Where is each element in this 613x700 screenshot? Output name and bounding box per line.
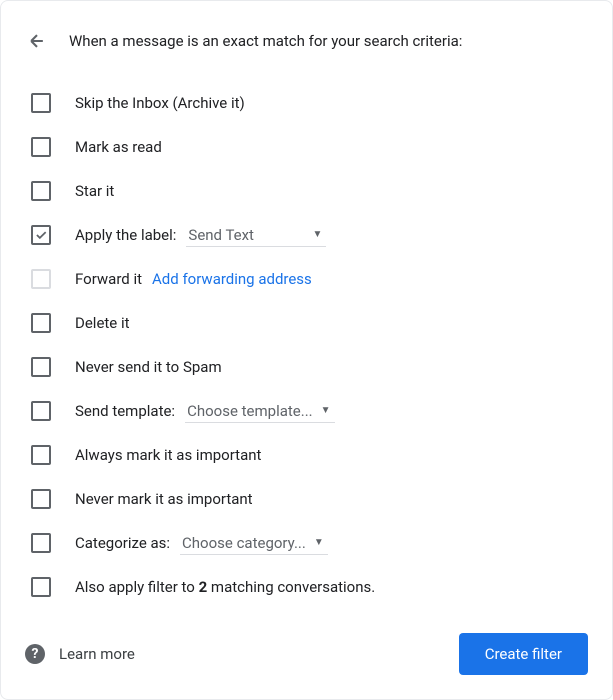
checkbox-also-apply[interactable] [31, 577, 51, 597]
chevron-down-icon: ▼ [313, 229, 323, 240]
option-forward-it: Forward it Add forwarding address [25, 257, 588, 301]
help-icon[interactable]: ? [25, 644, 45, 664]
categorize-select[interactable]: Choose category... ▼ [180, 532, 328, 555]
option-also-apply: Also apply filter to 2 matching conversa… [25, 565, 588, 609]
checkbox-send-template[interactable] [31, 401, 51, 421]
option-always-important: Always mark it as important [25, 433, 588, 477]
footer-left: ? Learn more [25, 644, 135, 664]
checkbox-apply-label[interactable] [31, 225, 51, 245]
categorize-select-value: Choose category... [182, 534, 306, 552]
checkbox-mark-read[interactable] [31, 137, 51, 157]
chevron-down-icon: ▼ [321, 405, 331, 416]
checkbox-never-spam[interactable] [31, 357, 51, 377]
option-apply-label: Apply the label: Send Text ▼ [25, 213, 588, 257]
label-skip-inbox: Skip the Inbox (Archive it) [75, 94, 245, 112]
send-template-select-value: Choose template... [187, 402, 313, 420]
option-never-spam: Never send it to Spam [25, 345, 588, 389]
label-never-spam: Never send it to Spam [75, 358, 222, 376]
send-template-select[interactable]: Choose template... ▼ [185, 400, 334, 423]
apply-label-content: Apply the label: Send Text ▼ [75, 224, 326, 247]
option-delete-it: Delete it [25, 301, 588, 345]
checkbox-always-important[interactable] [31, 445, 51, 465]
label-always-important: Always mark it as important [75, 446, 261, 464]
chevron-down-icon: ▼ [314, 537, 324, 548]
label-star-it: Star it [75, 182, 114, 200]
label-never-important: Never mark it as important [75, 490, 253, 508]
label-send-template: Send template: [75, 402, 175, 420]
label-delete-it: Delete it [75, 314, 130, 332]
label-also-apply: Also apply filter to 2 matching conversa… [75, 578, 375, 596]
option-categorize: Categorize as: Choose category... ▼ [25, 521, 588, 565]
option-send-template: Send template: Choose template... ▼ [25, 389, 588, 433]
dialog-title: When a message is an exact match for you… [69, 32, 462, 50]
create-filter-button[interactable]: Create filter [459, 633, 588, 675]
checkbox-delete-it[interactable] [31, 313, 51, 333]
option-mark-read: Mark as read [25, 125, 588, 169]
option-skip-inbox: Skip the Inbox (Archive it) [25, 81, 588, 125]
apply-label-select-value: Send Text [188, 226, 304, 244]
add-forwarding-link[interactable]: Add forwarding address [152, 270, 312, 288]
forward-it-content: Forward it Add forwarding address [75, 270, 312, 288]
label-mark-read: Mark as read [75, 138, 162, 156]
option-star-it: Star it [25, 169, 588, 213]
dialog-header: When a message is an exact match for you… [25, 29, 588, 53]
label-categorize: Categorize as: [75, 534, 170, 552]
option-never-important: Never mark it as important [25, 477, 588, 521]
checkbox-categorize[interactable] [31, 533, 51, 553]
send-template-content: Send template: Choose template... ▼ [75, 400, 335, 423]
checkbox-never-important[interactable] [31, 489, 51, 509]
back-arrow-icon[interactable] [25, 29, 49, 53]
dialog-footer: ? Learn more Create filter [25, 633, 588, 675]
checkbox-skip-inbox[interactable] [31, 93, 51, 113]
apply-label-select[interactable]: Send Text ▼ [186, 224, 326, 247]
also-apply-count: 2 [199, 578, 208, 596]
checkbox-star-it[interactable] [31, 181, 51, 201]
categorize-content: Categorize as: Choose category... ▼ [75, 532, 328, 555]
checkbox-forward-it [31, 269, 51, 289]
filter-options-list: Skip the Inbox (Archive it) Mark as read… [25, 81, 588, 609]
label-forward-it: Forward it [75, 270, 142, 288]
also-apply-prefix: Also apply filter to [75, 578, 199, 596]
learn-more-link[interactable]: Learn more [59, 645, 135, 663]
also-apply-suffix: matching conversations. [207, 578, 375, 596]
label-apply-label: Apply the label: [75, 226, 176, 244]
